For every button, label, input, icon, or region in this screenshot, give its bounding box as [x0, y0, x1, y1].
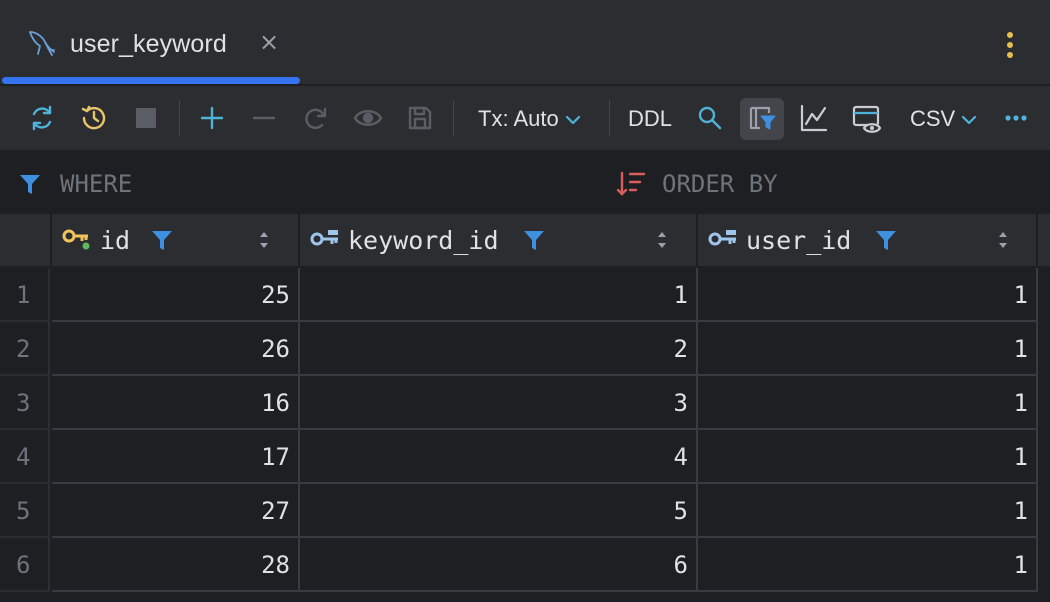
cell-id[interactable]: 28	[52, 538, 300, 592]
mysql-dolphin-icon	[26, 28, 60, 60]
cell-keyword-id[interactable]: 1	[300, 268, 698, 322]
tab-user-keyword[interactable]: user_keyword ×	[2, 0, 300, 85]
cell-id[interactable]: 17	[52, 430, 300, 484]
toolbar-separator	[453, 100, 454, 136]
column-header-keyword-id[interactable]: keyword_id	[300, 214, 698, 266]
column-header-user-id[interactable]: user_id	[698, 214, 1038, 266]
cell-id[interactable]: 25	[52, 268, 300, 322]
row-number[interactable]: 5	[0, 484, 50, 538]
order-by-input[interactable]: ORDER BY	[662, 170, 778, 198]
cell-id[interactable]: 16	[52, 376, 300, 430]
cell-user-id[interactable]: 1	[698, 430, 1038, 484]
ddl-button[interactable]: DDL	[628, 105, 672, 133]
cell-keyword-id[interactable]: 4	[300, 430, 698, 484]
data-editor-toolbar: Tx: Auto DDL CSV	[0, 86, 1050, 152]
filter-toggle-icon[interactable]	[746, 102, 778, 134]
transaction-mode-label: Tx: Auto	[478, 106, 559, 131]
search-icon[interactable]	[694, 102, 726, 134]
tab-label: user_keyword	[70, 30, 227, 58]
filter-icon	[18, 172, 42, 196]
history-icon[interactable]	[78, 102, 110, 134]
filter-bar	[0, 152, 1050, 214]
row-number[interactable]: 3	[0, 376, 50, 430]
cell-id[interactable]: 26	[52, 322, 300, 376]
column-filter-icon[interactable]	[874, 228, 898, 252]
add-row-icon[interactable]	[196, 102, 228, 134]
cell-keyword-id[interactable]: 3	[300, 376, 698, 430]
chevron-down-icon	[565, 116, 580, 125]
row-number-header	[0, 214, 52, 266]
transaction-mode-dropdown[interactable]: Tx: Auto	[478, 105, 581, 133]
row-number[interactable]: 2	[0, 322, 50, 376]
sort-toggle-icon[interactable]	[655, 229, 669, 251]
toolbar-separator	[609, 100, 610, 136]
cell-user-id[interactable]: 1	[698, 538, 1038, 592]
submit-icon[interactable]	[404, 102, 436, 134]
toolbar-separator	[179, 100, 180, 136]
value-view-icon[interactable]	[850, 102, 882, 134]
primary-key-icon	[62, 228, 92, 250]
chart-icon[interactable]	[798, 102, 830, 134]
column-name: user_id	[746, 226, 852, 255]
export-format-label: CSV	[910, 106, 956, 131]
reload-icon[interactable]	[26, 102, 58, 134]
tab-options-icon[interactable]	[1000, 30, 1020, 60]
cell-user-id[interactable]: 1	[698, 376, 1038, 430]
sort-order-icon	[616, 170, 646, 198]
cell-keyword-id[interactable]: 2	[300, 322, 698, 376]
column-header-id[interactable]: id	[52, 214, 300, 266]
more-icon[interactable]	[1002, 102, 1034, 134]
cell-id[interactable]: 27	[52, 484, 300, 538]
revert-icon[interactable]	[300, 102, 332, 134]
column-name: keyword_id	[348, 226, 499, 255]
cell-user-id[interactable]: 1	[698, 322, 1038, 376]
view-icon[interactable]	[352, 102, 384, 134]
cell-user-id[interactable]: 1	[698, 484, 1038, 538]
chevron-down-icon	[962, 116, 977, 125]
where-filter-input[interactable]: WHERE	[60, 170, 132, 198]
sort-toggle-icon[interactable]	[996, 229, 1010, 251]
row-number[interactable]: 1	[0, 268, 50, 322]
column-filter-icon[interactable]	[150, 228, 174, 252]
foreign-key-icon	[708, 228, 738, 250]
column-name: id	[100, 226, 131, 255]
stop-icon[interactable]	[130, 102, 162, 134]
foreign-key-icon	[310, 228, 340, 250]
cell-keyword-id[interactable]: 6	[300, 538, 698, 592]
cell-user-id[interactable]: 1	[698, 268, 1038, 322]
export-format-dropdown[interactable]: CSV	[910, 105, 977, 133]
close-tab-icon[interactable]: ×	[258, 30, 280, 54]
row-number[interactable]: 4	[0, 430, 50, 484]
active-tab-indicator	[2, 77, 300, 84]
row-number[interactable]: 6	[0, 538, 50, 592]
column-filter-icon[interactable]	[522, 228, 546, 252]
editor-tab-bar: user_keyword ×	[0, 0, 1050, 85]
sort-toggle-icon[interactable]	[257, 229, 271, 251]
delete-row-icon[interactable]	[248, 102, 280, 134]
cell-keyword-id[interactable]: 5	[300, 484, 698, 538]
